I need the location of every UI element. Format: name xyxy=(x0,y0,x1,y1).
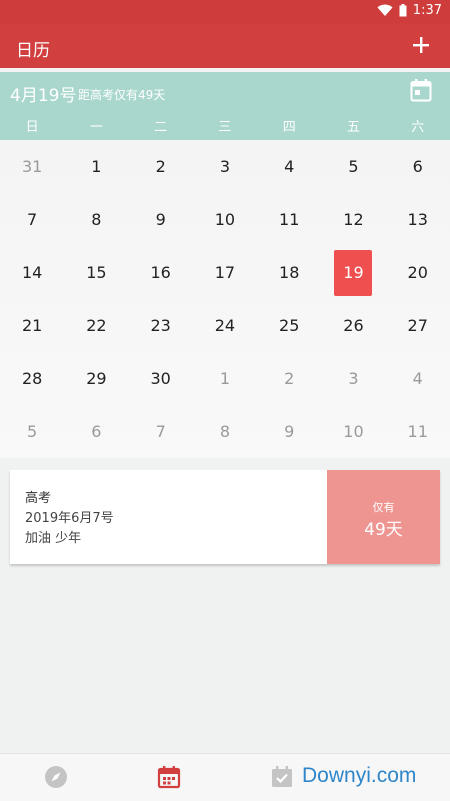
plus-icon xyxy=(413,37,429,53)
day-cell[interactable]: 10 xyxy=(193,193,257,246)
day-cell[interactable]: 1 xyxy=(64,140,128,193)
calendar-grid: 31 1 2 3 4 5 6 7 8 9 10 11 12 13 14 15 1… xyxy=(0,140,450,458)
day-cell[interactable]: 16 xyxy=(129,246,193,299)
week-row: 28 29 30 1 2 3 4 xyxy=(0,352,450,405)
day-cell[interactable]: 5 xyxy=(321,140,385,193)
day-cell[interactable]: 22 xyxy=(64,299,128,352)
app-title: 日历 xyxy=(16,41,50,61)
week-row: 7 8 9 10 11 12 13 xyxy=(0,193,450,246)
day-cell[interactable]: 17 xyxy=(193,246,257,299)
calendar-header: 4月19号 距高考仅有49天 日 一 二 三 四 五 六 xyxy=(0,72,450,140)
day-cell[interactable]: 5 xyxy=(0,405,64,458)
week-row: 21 22 23 24 25 26 27 xyxy=(0,299,450,352)
day-cell[interactable]: 6 xyxy=(64,405,128,458)
day-cell[interactable]: 23 xyxy=(129,299,193,352)
compass-icon xyxy=(45,766,67,788)
event-note: 加油 少年 xyxy=(25,531,82,546)
remain-label: 仅有 xyxy=(372,501,395,514)
weekday-sat: 六 xyxy=(411,120,425,135)
day-cell[interactable]: 8 xyxy=(64,193,128,246)
remain-days: 49天 xyxy=(364,520,403,540)
selected-date-title[interactable]: 4月19号 xyxy=(10,81,76,106)
day-cell[interactable]: 9 xyxy=(129,193,193,246)
day-cell[interactable]: 7 xyxy=(129,405,193,458)
day-cell[interactable]: 1 xyxy=(193,352,257,405)
checklist-icon xyxy=(272,766,292,787)
today-button[interactable] xyxy=(410,78,434,104)
day-cell[interactable]: 2 xyxy=(257,352,321,405)
day-cell[interactable]: 15 xyxy=(64,246,128,299)
day-cell[interactable]: 28 xyxy=(0,352,64,405)
weekday-tue: 二 xyxy=(154,120,168,135)
day-cell[interactable]: 30 xyxy=(129,352,193,405)
countdown-box: 仅有 49天 xyxy=(327,470,440,564)
weekday-sun: 日 xyxy=(25,120,39,135)
week-row: 31 1 2 3 4 5 6 xyxy=(0,140,450,193)
status-bar: 1:37 xyxy=(0,0,450,24)
nav-tasks-button[interactable] xyxy=(269,764,295,790)
day-cell[interactable]: 13 xyxy=(386,193,450,246)
day-cell[interactable]: 26 xyxy=(321,299,385,352)
day-cell[interactable]: 20 xyxy=(386,246,450,299)
countdown-subtitle: 距高考仅有49天 xyxy=(78,88,166,102)
day-cell[interactable]: 7 xyxy=(0,193,64,246)
day-cell[interactable]: 2 xyxy=(129,140,193,193)
nav-discover-button[interactable] xyxy=(43,764,69,790)
day-cell[interactable]: 18 xyxy=(257,246,321,299)
day-cell[interactable]: 25 xyxy=(257,299,321,352)
event-date: 2019年6月7号 xyxy=(25,511,114,526)
day-cell[interactable]: 11 xyxy=(257,193,321,246)
day-cell[interactable]: 24 xyxy=(193,299,257,352)
bottom-nav: Downyi.com xyxy=(0,753,450,801)
day-cell[interactable]: 9 xyxy=(257,405,321,458)
weekday-mon: 一 xyxy=(89,120,103,135)
week-row: 14 15 16 17 18 19 20 xyxy=(0,246,450,299)
event-title: 高考 xyxy=(25,491,52,506)
wifi-icon xyxy=(377,4,393,16)
app-bar: 日历 xyxy=(0,24,450,68)
day-cell[interactable]: 6 xyxy=(386,140,450,193)
week-row: 5 6 7 8 9 10 11 xyxy=(0,405,450,458)
day-cell[interactable]: 3 xyxy=(321,352,385,405)
weekday-row: 日 一 二 三 四 五 六 xyxy=(0,116,450,138)
day-cell[interactable]: 14 xyxy=(0,246,64,299)
day-cell[interactable]: 8 xyxy=(193,405,257,458)
nav-calendar-button[interactable] xyxy=(156,764,182,790)
day-cell[interactable]: 21 xyxy=(0,299,64,352)
day-cell[interactable]: 31 xyxy=(0,140,64,193)
battery-icon xyxy=(399,4,407,17)
status-time: 1:37 xyxy=(412,3,442,18)
day-cell-selected[interactable]: 19 xyxy=(321,246,385,299)
weekday-fri: 五 xyxy=(346,120,360,135)
day-cell[interactable]: 10 xyxy=(321,405,385,458)
event-card[interactable]: 高考 2019年6月7号 加油 少年 仅有 49天 xyxy=(10,470,440,564)
day-cell[interactable]: 11 xyxy=(386,405,450,458)
weekday-wed: 三 xyxy=(218,120,232,135)
watermark-text: Downyi.com xyxy=(302,764,417,787)
day-cell[interactable]: 4 xyxy=(257,140,321,193)
day-cell[interactable]: 3 xyxy=(193,140,257,193)
weekday-thu: 四 xyxy=(282,120,296,135)
day-cell[interactable]: 27 xyxy=(386,299,450,352)
calendar-icon xyxy=(410,79,432,102)
day-cell[interactable]: 12 xyxy=(321,193,385,246)
event-info: 高考 2019年6月7号 加油 少年 xyxy=(10,470,327,564)
day-cell[interactable]: 4 xyxy=(386,352,450,405)
add-button[interactable] xyxy=(406,30,436,60)
calendar-icon xyxy=(157,766,181,789)
day-cell[interactable]: 29 xyxy=(64,352,128,405)
